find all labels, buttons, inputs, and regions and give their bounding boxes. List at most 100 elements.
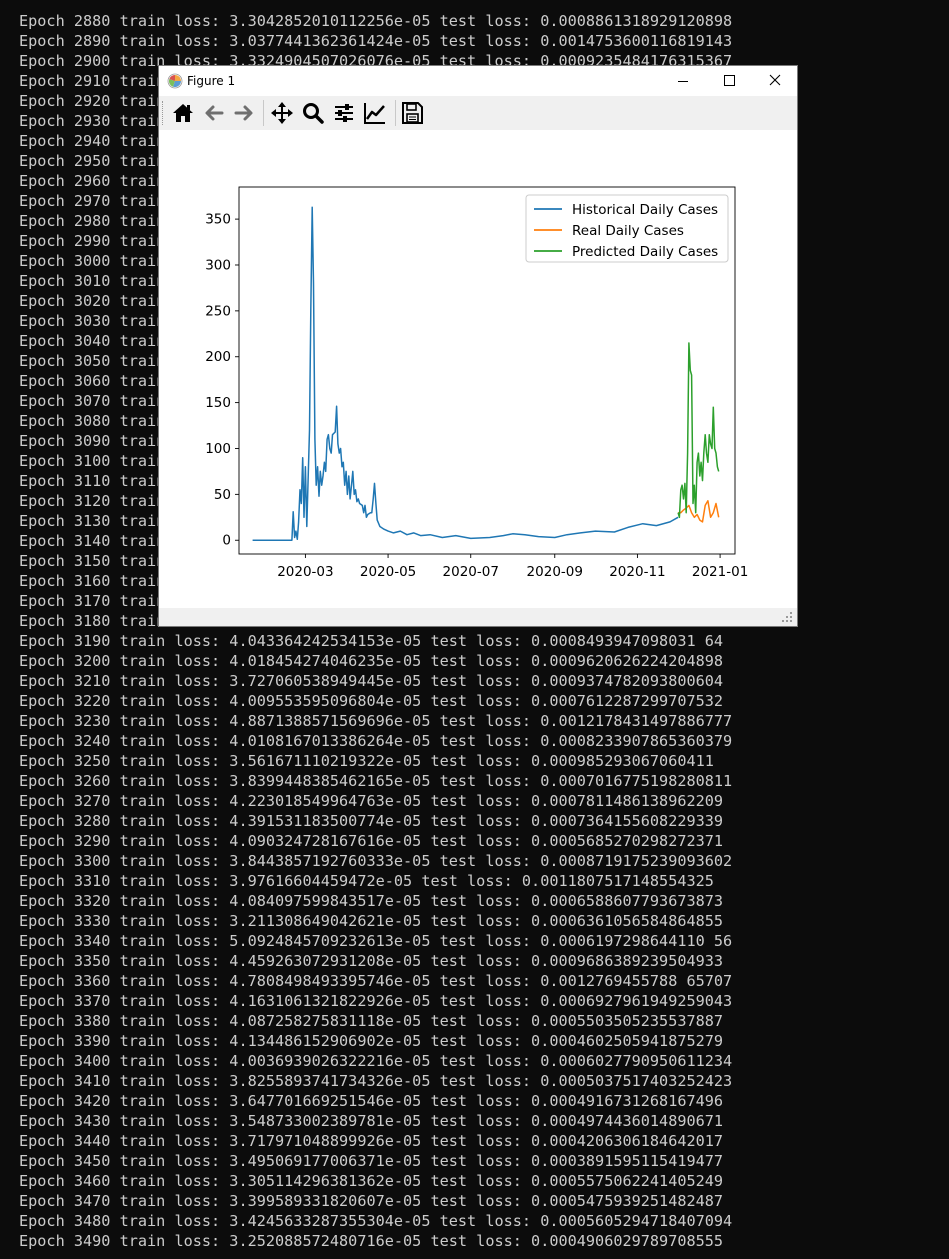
line-chart: 0 50 100 150 200 250 300 350 2020-03 2020-05 2020-… [205, 186, 748, 580]
forward-arrow-icon [234, 105, 253, 121]
toolbar-grip[interactable] [162, 101, 165, 125]
back-button[interactable] [201, 100, 227, 126]
save-icon [402, 102, 423, 124]
y-tick-label: 50 [214, 487, 231, 503]
terminal-line: Epoch 3130 train [19, 512, 166, 530]
terminal-line: Epoch 3080 train [19, 412, 166, 430]
terminal-line: Epoch 2940 train [19, 132, 166, 150]
terminal-line: Epoch 2930 train [19, 112, 166, 130]
series-line-1 [678, 500, 720, 523]
pan-button[interactable] [269, 100, 295, 126]
terminal-line: Epoch 3100 train [19, 452, 166, 470]
close-button[interactable] [751, 66, 797, 96]
terminal-line: Epoch 3290 train loss: 4.090324728167616… [19, 832, 724, 850]
terminal-line: Epoch 2880 train loss: 3.304285201011225… [19, 12, 733, 30]
terminal-line: Epoch 3260 train loss: 3.839944838546216… [19, 772, 733, 790]
terminal-line: Epoch 3340 train loss: 5.092484570923261… [19, 932, 733, 950]
configure-subplots-button[interactable] [331, 100, 357, 126]
terminal-line: Epoch 3280 train loss: 4.391531183500774… [19, 812, 724, 830]
minimize-button[interactable] [659, 66, 705, 96]
terminal-line: Epoch 2890 train loss: 3.037744136236142… [19, 32, 733, 50]
zoom-button[interactable] [300, 100, 326, 126]
terminal-line: Epoch 3200 train loss: 4.018454274046235… [19, 652, 724, 670]
terminal-line: Epoch 3400 train loss: 4.003693902632221… [19, 1052, 733, 1070]
title-bar[interactable]: Figure 1 [159, 66, 797, 96]
terminal-line: Epoch 3380 train loss: 4.087258275831118… [19, 1012, 724, 1030]
terminal-line: Epoch 3320 train loss: 4.084097599843517… [19, 892, 724, 910]
navigation-toolbar [159, 96, 797, 131]
pan-icon [271, 102, 293, 124]
terminal-line: Epoch 3230 train loss: 4.887138857156969… [19, 712, 733, 730]
terminal-line: Epoch 2950 train [19, 152, 166, 170]
terminal-line: Epoch 2960 train [19, 172, 166, 190]
terminal-line: Epoch 3390 train loss: 4.134486152906902… [19, 1032, 724, 1050]
terminal-line: Epoch 3370 train loss: 4.163106132182292… [19, 992, 733, 1010]
terminal-line: Epoch 3150 train [19, 552, 166, 570]
terminal-line: Epoch 2990 train [19, 232, 166, 250]
terminal-line: Epoch 3030 train [19, 312, 166, 330]
terminal-line: Epoch 2910 train [19, 72, 166, 90]
back-arrow-icon [205, 105, 224, 121]
terminal-line: Epoch 3430 train loss: 3.548733002389781… [19, 1112, 724, 1130]
terminal-line: Epoch 3180 train [19, 612, 166, 630]
save-button[interactable] [399, 100, 425, 126]
y-tick-label: 0 [222, 533, 231, 549]
x-tick-label: 2020-11 [609, 564, 665, 580]
terminal-line: Epoch 3090 train [19, 432, 166, 450]
terminal-line: Epoch 3250 train loss: 3.561671110219322… [19, 752, 714, 770]
terminal-line: Epoch 3480 train loss: 3.424563328735530… [19, 1212, 733, 1230]
series-line-2 [677, 342, 720, 519]
terminal-line: Epoch 3420 train loss: 3.647701669251546… [19, 1092, 724, 1110]
terminal-line: Epoch 3460 train loss: 3.305114296381362… [19, 1172, 724, 1190]
x-tick-label: 2020-07 [443, 564, 499, 580]
figure-canvas[interactable]: 0 50 100 150 200 250 300 350 2020-03 2020-05 2020-… [159, 130, 797, 608]
terminal-line: Epoch 3040 train [19, 332, 166, 350]
terminal-line: Epoch 3410 train loss: 3.825589374173432… [19, 1072, 733, 1090]
terminal-line: Epoch 3330 train loss: 3.211308649042621… [19, 912, 724, 930]
y-tick-label: 350 [205, 212, 231, 228]
x-tick-label: 2020-03 [277, 564, 333, 580]
terminal-line: Epoch 3360 train loss: 4.780849849339574… [19, 972, 733, 990]
y-tick-label: 250 [205, 303, 231, 319]
maximize-button[interactable] [705, 66, 751, 96]
window-title: Figure 1 [187, 74, 236, 88]
terminal-line: Epoch 3010 train [19, 272, 166, 290]
terminal-line: Epoch 3350 train loss: 4.459263072931208… [19, 952, 724, 970]
terminal-line: Epoch 3240 train loss: 4.010816701338626… [19, 732, 733, 750]
legend-label: Historical Daily Cases [572, 202, 718, 218]
y-tick-label: 300 [205, 257, 231, 273]
y-tick-label: 200 [205, 349, 231, 365]
edit-axis-button[interactable] [362, 100, 388, 126]
terminal-line: Epoch 3490 train loss: 3.252088572480716… [19, 1232, 724, 1250]
terminal-line: Epoch 3070 train [19, 392, 166, 410]
toolbar-separator [395, 100, 396, 126]
resize-grip-icon[interactable] [159, 608, 797, 626]
matplotlib-logo-icon [167, 73, 183, 89]
toolbar-separator [263, 100, 264, 126]
legend-label: Real Daily Cases [572, 223, 684, 239]
terminal-line: Epoch 3310 train loss: 3.97616604459472e… [19, 872, 714, 890]
figure-window[interactable]: Figure 1 0 50 100 150 200 250 300 350 20… [158, 65, 798, 627]
terminal-line: Epoch 2920 train [19, 92, 166, 110]
terminal-line: Epoch 3140 train [19, 532, 166, 550]
terminal-line: Epoch 3210 train loss: 3.727060538949445… [19, 672, 724, 690]
terminal-line: Epoch 3450 train loss: 3.495069177006371… [19, 1152, 724, 1170]
configure-subplots-icon [335, 104, 353, 122]
terminal-line: Epoch 3440 train loss: 3.717971048899926… [19, 1132, 724, 1150]
y-tick-label: 150 [205, 395, 231, 411]
terminal-line: Epoch 3300 train loss: 3.844385719276033… [19, 852, 733, 870]
x-tick-label: 2021-01 [692, 564, 748, 580]
x-tick-label: 2020-09 [527, 564, 583, 580]
terminal-line: Epoch 3120 train [19, 492, 166, 510]
maximize-icon [724, 75, 735, 86]
home-button[interactable] [170, 100, 196, 126]
terminal-line: Epoch 2980 train [19, 212, 166, 230]
terminal-line: Epoch 3050 train [19, 352, 166, 370]
forward-button[interactable] [231, 100, 257, 126]
home-icon [173, 104, 193, 122]
terminal-line: Epoch 3000 train [19, 252, 166, 270]
edit-axis-icon [364, 103, 385, 124]
terminal-line: Epoch 3060 train [19, 372, 166, 390]
terminal-line: Epoch 3110 train [19, 472, 166, 490]
zoom-icon [303, 103, 324, 124]
